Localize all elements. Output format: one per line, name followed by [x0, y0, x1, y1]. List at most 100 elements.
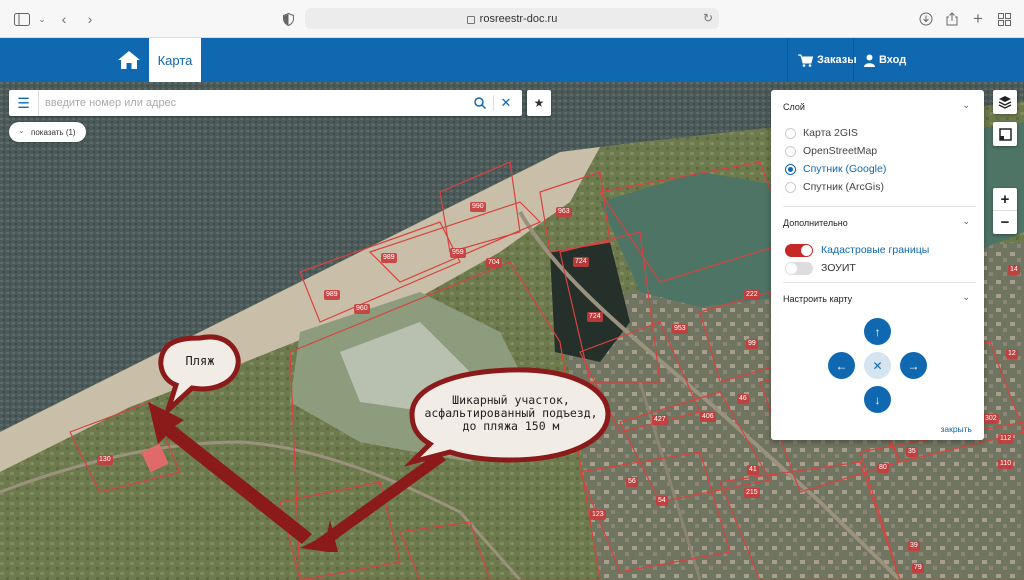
- plot-number[interactable]: 963: [556, 207, 572, 217]
- radio-icon: [785, 145, 796, 157]
- plot-number[interactable]: 990: [470, 202, 486, 212]
- download-icon[interactable]: [916, 9, 936, 29]
- layer-option-2gis[interactable]: Карта 2GIS: [785, 126, 858, 140]
- layer-section-title[interactable]: Слой: [783, 102, 805, 112]
- zoom-control: + −: [993, 188, 1017, 234]
- lock-icon: [466, 15, 475, 24]
- layer-option-google-satellite[interactable]: Спутник (Google): [785, 162, 886, 176]
- plot-number[interactable]: 724: [587, 312, 603, 322]
- login-button[interactable]: Вход: [853, 38, 916, 82]
- home-icon[interactable]: [110, 38, 148, 82]
- reset-view-button[interactable]: ✕: [864, 352, 891, 379]
- divider: [783, 282, 976, 283]
- chevron-down-icon: ⌄: [18, 126, 25, 135]
- address-bar[interactable]: rosreestr-doc.ru ↻: [305, 8, 719, 29]
- close-panel-link[interactable]: закрыть: [940, 424, 972, 434]
- favorites-star-icon[interactable]: ★: [527, 90, 551, 116]
- chevron-down-icon[interactable]: ⌄: [32, 9, 52, 29]
- plot-bubble-text: Шикарный участок, асфальтированный подъе…: [416, 394, 606, 433]
- plot-bubble-line: до пляжа 150 м: [462, 419, 560, 433]
- plot-number[interactable]: 406: [700, 412, 716, 422]
- reload-icon[interactable]: ↻: [703, 11, 713, 25]
- sidebar-icon[interactable]: [12, 9, 32, 29]
- toggle-switch[interactable]: [785, 243, 813, 257]
- layers-icon[interactable]: [993, 90, 1017, 114]
- share-icon[interactable]: [942, 9, 962, 29]
- plot-number[interactable]: 79: [912, 563, 924, 573]
- login-label: Вход: [879, 54, 907, 66]
- search-input[interactable]: [45, 94, 465, 112]
- divider: [783, 206, 976, 207]
- radio-icon: [785, 181, 796, 193]
- shield-icon[interactable]: [278, 9, 298, 29]
- layer-option-label: OpenStreetMap: [803, 145, 878, 157]
- pan-up-button[interactable]: ↑: [864, 318, 891, 345]
- settings-section-title[interactable]: Настроить карту: [783, 294, 852, 304]
- layer-option-osm[interactable]: OpenStreetMap: [785, 144, 877, 158]
- chevron-down-icon[interactable]: ⌄: [962, 216, 970, 227]
- beach-bubble-text: Пляж: [185, 354, 215, 368]
- plot-number[interactable]: 123: [590, 510, 606, 520]
- search-bar: ☰ ✕: [9, 90, 522, 116]
- plot-number[interactable]: 110: [998, 459, 1014, 469]
- forward-icon[interactable]: ›: [80, 9, 100, 29]
- plot-number[interactable]: 704: [486, 258, 502, 268]
- toggle-switch[interactable]: [785, 261, 813, 275]
- pan-right-button[interactable]: →: [900, 352, 927, 379]
- plot-number[interactable]: 302: [983, 414, 999, 424]
- plot-number[interactable]: 953: [672, 324, 688, 334]
- plot-number[interactable]: 14: [1008, 265, 1020, 275]
- layers-panel: Слой ⌄ Карта 2GIS OpenStreetMap Спутник …: [771, 90, 984, 440]
- clear-icon[interactable]: ✕: [493, 90, 519, 116]
- layer-option-label: Спутник (ArcGis): [803, 181, 884, 193]
- chevron-down-icon[interactable]: ⌄: [962, 292, 970, 303]
- plot-number[interactable]: 35: [906, 447, 918, 457]
- toggle-label: ЗОУИТ: [821, 262, 856, 274]
- cadastral-borders-toggle[interactable]: Кадастровые границы: [785, 243, 929, 257]
- plot-number[interactable]: 960: [354, 304, 370, 314]
- url-text: rosreestr-doc.ru: [479, 12, 558, 25]
- user-icon: [864, 54, 875, 67]
- plot-number[interactable]: 39: [908, 541, 920, 551]
- radio-selected-icon: [785, 163, 796, 175]
- plot-number[interactable]: 989: [324, 290, 340, 300]
- extra-section-title[interactable]: Дополнительно: [783, 218, 848, 228]
- plot-number[interactable]: 724: [573, 257, 589, 267]
- show-filter-pill[interactable]: ⌄ показать (1): [9, 122, 86, 142]
- pan-down-button[interactable]: ↓: [864, 386, 891, 413]
- chevron-down-icon[interactable]: ⌄: [962, 100, 970, 111]
- plot-number[interactable]: 46: [737, 394, 749, 404]
- site-header: Карта Заказы Вход: [0, 38, 1024, 82]
- plot-number[interactable]: 215: [744, 488, 760, 498]
- plot-number[interactable]: 56: [626, 477, 638, 487]
- layer-option-arcgis-satellite[interactable]: Спутник (ArcGis): [785, 180, 884, 194]
- tabs-overview-icon[interactable]: [994, 9, 1014, 29]
- cart-icon: [798, 54, 813, 67]
- show-filter-label: показать (1): [31, 127, 76, 137]
- zoom-in-button[interactable]: +: [993, 188, 1017, 211]
- measure-icon[interactable]: [993, 122, 1017, 146]
- layer-option-label: Карта 2GIS: [803, 127, 858, 139]
- zoom-out-button[interactable]: −: [993, 211, 1017, 234]
- zouit-toggle[interactable]: ЗОУИТ: [785, 261, 856, 275]
- plot-number[interactable]: 959: [450, 248, 466, 258]
- menu-icon[interactable]: ☰: [9, 90, 39, 116]
- plot-number[interactable]: 99: [746, 339, 758, 349]
- search-icon[interactable]: [467, 90, 493, 116]
- plot-number[interactable]: 12: [1006, 349, 1018, 359]
- new-tab-icon[interactable]: +: [968, 9, 988, 29]
- pan-left-button[interactable]: ←: [828, 352, 855, 379]
- plot-number[interactable]: 112: [998, 434, 1014, 444]
- plot-number[interactable]: 41: [747, 465, 759, 475]
- plot-number[interactable]: 54: [656, 496, 668, 506]
- radio-icon: [785, 127, 796, 139]
- plot-number[interactable]: 80: [877, 463, 889, 473]
- plot-number[interactable]: 989: [381, 253, 397, 263]
- map-canvas[interactable]: 990 963 989 959 704 989 960 724 724 222 …: [0, 82, 1024, 580]
- plot-number[interactable]: 222: [744, 290, 760, 300]
- plot-number[interactable]: 130: [97, 455, 113, 465]
- tab-map[interactable]: Карта: [149, 38, 201, 82]
- plot-number[interactable]: 427: [652, 415, 668, 425]
- toggle-label: Кадастровые границы: [821, 244, 930, 256]
- back-icon[interactable]: ‹: [54, 9, 74, 29]
